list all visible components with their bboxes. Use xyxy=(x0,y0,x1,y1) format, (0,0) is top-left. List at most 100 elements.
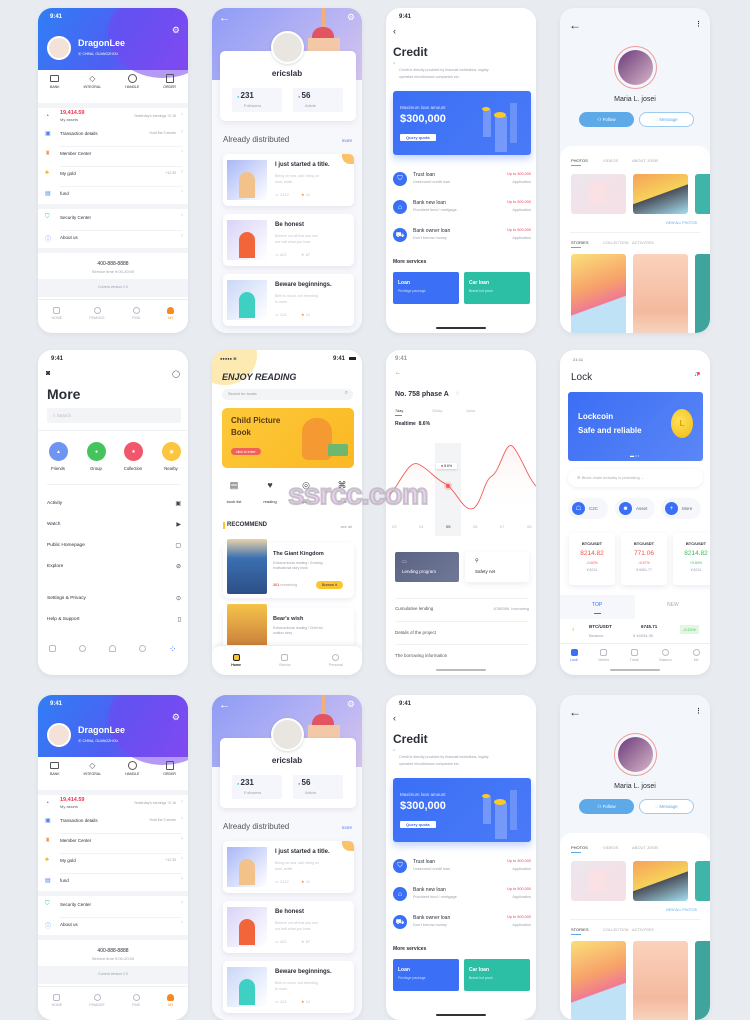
back-chevron-icon[interactable]: ‹ xyxy=(393,713,396,723)
message-icon[interactable]: ◯ xyxy=(172,370,180,378)
menu-item[interactable]: Explore ⊘ xyxy=(47,563,181,573)
tab-1year[interactable]: 1year xyxy=(466,409,476,413)
loan-item[interactable]: ⛉ Trust loan Unsecured credit loan Up to… xyxy=(393,171,531,189)
ticker-card[interactable]: BTC/USDT 771.06 -5.57% ¥ 6961.77 xyxy=(621,533,667,585)
post-card[interactable]: Be honest Believe not all that you see n… xyxy=(223,214,354,266)
lending-program-button[interactable]: ▭ Lending program xyxy=(395,552,459,582)
day-label[interactable]: 04 xyxy=(419,524,423,529)
row-project-details[interactable]: Details of the project xyxy=(395,630,436,635)
menu-item-assets[interactable]: ◔ 19,414.59 My assets Yesterday's earnin… xyxy=(38,797,188,813)
menu-item[interactable]: Watch ▶ xyxy=(47,521,181,531)
service-tile-loan[interactable]: Loan Privilege package xyxy=(393,272,459,304)
nav-contacts[interactable] xyxy=(109,644,117,654)
story-thumbnail[interactable] xyxy=(571,254,626,333)
nav-personal[interactable]: Personal xyxy=(329,654,343,667)
more-vertical-icon[interactable]: ⋮ xyxy=(695,20,702,28)
menu-item[interactable]: Public Homepage ▢ xyxy=(47,542,181,552)
shortcut-integral[interactable]: ◇ INTEGRAL xyxy=(84,759,102,776)
day-label[interactable]: 07 xyxy=(500,524,504,529)
shortcut-bank[interactable]: BANK xyxy=(50,759,60,776)
menu-item[interactable]: ⛉ Security Center › xyxy=(38,213,188,227)
tab-collection[interactable]: COLLECTION xyxy=(603,240,629,245)
nav-home[interactable]: Home xyxy=(231,654,241,667)
service-tile-loan[interactable]: Loan Privilege package xyxy=(393,959,459,991)
menu-item[interactable]: ♣ My gold +12.33 › xyxy=(38,856,188,870)
info-icon[interactable]: ◌ xyxy=(456,391,460,397)
see-all-link[interactable]: see all xyxy=(340,524,352,529)
nav-trade[interactable]: Trade xyxy=(630,649,639,662)
avatar[interactable] xyxy=(618,737,653,772)
nav-finance[interactable]: FINANCE xyxy=(89,994,105,1007)
tab-30day[interactable]: 30day xyxy=(432,409,442,413)
loan-item[interactable]: ⛟ Bank owner loan Don't borrow money Up … xyxy=(393,914,531,932)
view-all-photos-link[interactable]: VIEW ALL PHOTOS xyxy=(665,221,697,225)
menu-item[interactable]: ▣ Transaction details Hold the 3 stroke › xyxy=(38,816,188,830)
story-thumbnail[interactable] xyxy=(633,254,688,333)
nav-my[interactable]: MY xyxy=(167,307,175,320)
row-cumulative-lending[interactable]: Cumulative lending 6788356 borrowing xyxy=(395,606,529,616)
category-book-list[interactable]: ▤ book list xyxy=(220,480,248,506)
story-thumbnail[interactable] xyxy=(633,941,688,1020)
row-borrowing-information[interactable]: The borrowing information xyxy=(395,653,447,658)
day-label[interactable]: 05 xyxy=(446,524,450,529)
borrow-button[interactable]: Borrow it xyxy=(316,581,343,589)
tab-photos[interactable]: PHOTOS xyxy=(571,158,588,163)
banner[interactable]: Lockcoin Safe and reliable L ▬ • • xyxy=(568,392,703,461)
chip-c2c[interactable]: ☖ C2C xyxy=(568,498,608,519)
articles-stat[interactable]: ● 56 Article xyxy=(293,775,343,799)
shortcut-integral[interactable]: ◇ INTEGRAL xyxy=(84,72,102,89)
shortcut-order[interactable]: ORDER xyxy=(163,72,176,89)
search-input[interactable]: ⚙ Block chain industry is promising ... xyxy=(568,469,703,487)
safety-net-button[interactable]: ⚲ Safety net xyxy=(465,552,529,582)
menu-item[interactable]: Activity ▣ xyxy=(47,500,181,510)
shortcut-order[interactable]: ORDER xyxy=(163,759,176,776)
post-card[interactable]: I just started a title. Being on sea, sa… xyxy=(223,841,354,893)
view-all-photos-link[interactable]: VIEW ALL PHOTOS xyxy=(665,908,697,912)
nav-home[interactable]: HOME xyxy=(52,994,62,1007)
gear-icon[interactable]: ⚙ xyxy=(172,712,180,723)
photo-thumbnail[interactable] xyxy=(633,174,688,214)
banner[interactable]: Child Picture Book click to enter xyxy=(222,408,354,468)
application-link[interactable]: Application xyxy=(512,208,531,212)
ticker-card[interactable]: BTC/USDT 8214.82 -0.60% ¥ 8214 xyxy=(569,533,615,585)
menu-item[interactable]: ⓘ About us › xyxy=(38,233,188,247)
shortcut-group[interactable]: ● Group xyxy=(79,442,113,476)
tab-about-josei[interactable]: ABOUT JOSEI xyxy=(632,158,658,163)
avatar[interactable] xyxy=(47,723,71,747)
tab-stories[interactable]: STORIES xyxy=(571,927,589,932)
message-button[interactable]: ◌ Message xyxy=(639,799,694,814)
carousel-dots[interactable]: ▬ • • xyxy=(630,453,639,458)
story-thumbnail[interactable] xyxy=(571,941,626,1020)
category-reading[interactable]: ♥ reading xyxy=(256,480,284,506)
service-tile-car-loan[interactable]: Car loan Brand hot push xyxy=(464,272,530,304)
tab-videos[interactable]: VIDEOS xyxy=(603,158,618,163)
service-tile-car-loan[interactable]: Car loan Brand hot push xyxy=(464,959,530,991)
menu-item-assets[interactable]: ◔ 19,414.59 My assets Yesterday's earnin… xyxy=(38,110,188,126)
tab-7day[interactable]: 7day xyxy=(395,409,403,413)
back-arrow-icon[interactable]: ← xyxy=(219,12,230,24)
camera-icon[interactable]: ◙ xyxy=(46,370,50,377)
application-link[interactable]: Application xyxy=(512,895,531,899)
follow-button[interactable]: ⚇ Follow xyxy=(579,799,634,814)
post-card[interactable]: I just started a title. Being on sea, sa… xyxy=(223,154,354,206)
nav-me[interactable]: Me xyxy=(692,649,700,662)
nav-home[interactable]: HOME xyxy=(52,307,62,320)
followers-stat[interactable]: ● 231 Followers xyxy=(232,775,282,799)
shortcut-nearby[interactable]: ◉ Nearby xyxy=(154,442,188,476)
back-chevron-icon[interactable]: ‹ xyxy=(393,26,396,36)
shortcut-bank[interactable]: BANK xyxy=(50,72,60,89)
day-label[interactable]: 03 xyxy=(392,524,396,529)
book-card[interactable]: The Giant Kingdom Extracurricular readin… xyxy=(223,539,354,598)
query-quota-button[interactable]: Query quota xyxy=(400,134,436,141)
day-label[interactable]: 08 xyxy=(527,524,531,529)
day-label[interactable]: 06 xyxy=(473,524,477,529)
nav-find[interactable]: FIND xyxy=(132,994,140,1007)
shortcut-collection[interactable]: ★ Collection xyxy=(116,442,150,476)
follow-button[interactable]: ⚇ Follow xyxy=(579,112,634,127)
gear-icon[interactable]: ⚙ xyxy=(347,12,355,23)
gear-icon[interactable]: ⚙ xyxy=(172,25,180,36)
back-arrow-icon[interactable]: ← xyxy=(395,370,401,376)
application-link[interactable]: Application xyxy=(512,867,531,871)
application-link[interactable]: Application xyxy=(512,180,531,184)
click-to-enter-button[interactable]: click to enter xyxy=(231,448,261,455)
